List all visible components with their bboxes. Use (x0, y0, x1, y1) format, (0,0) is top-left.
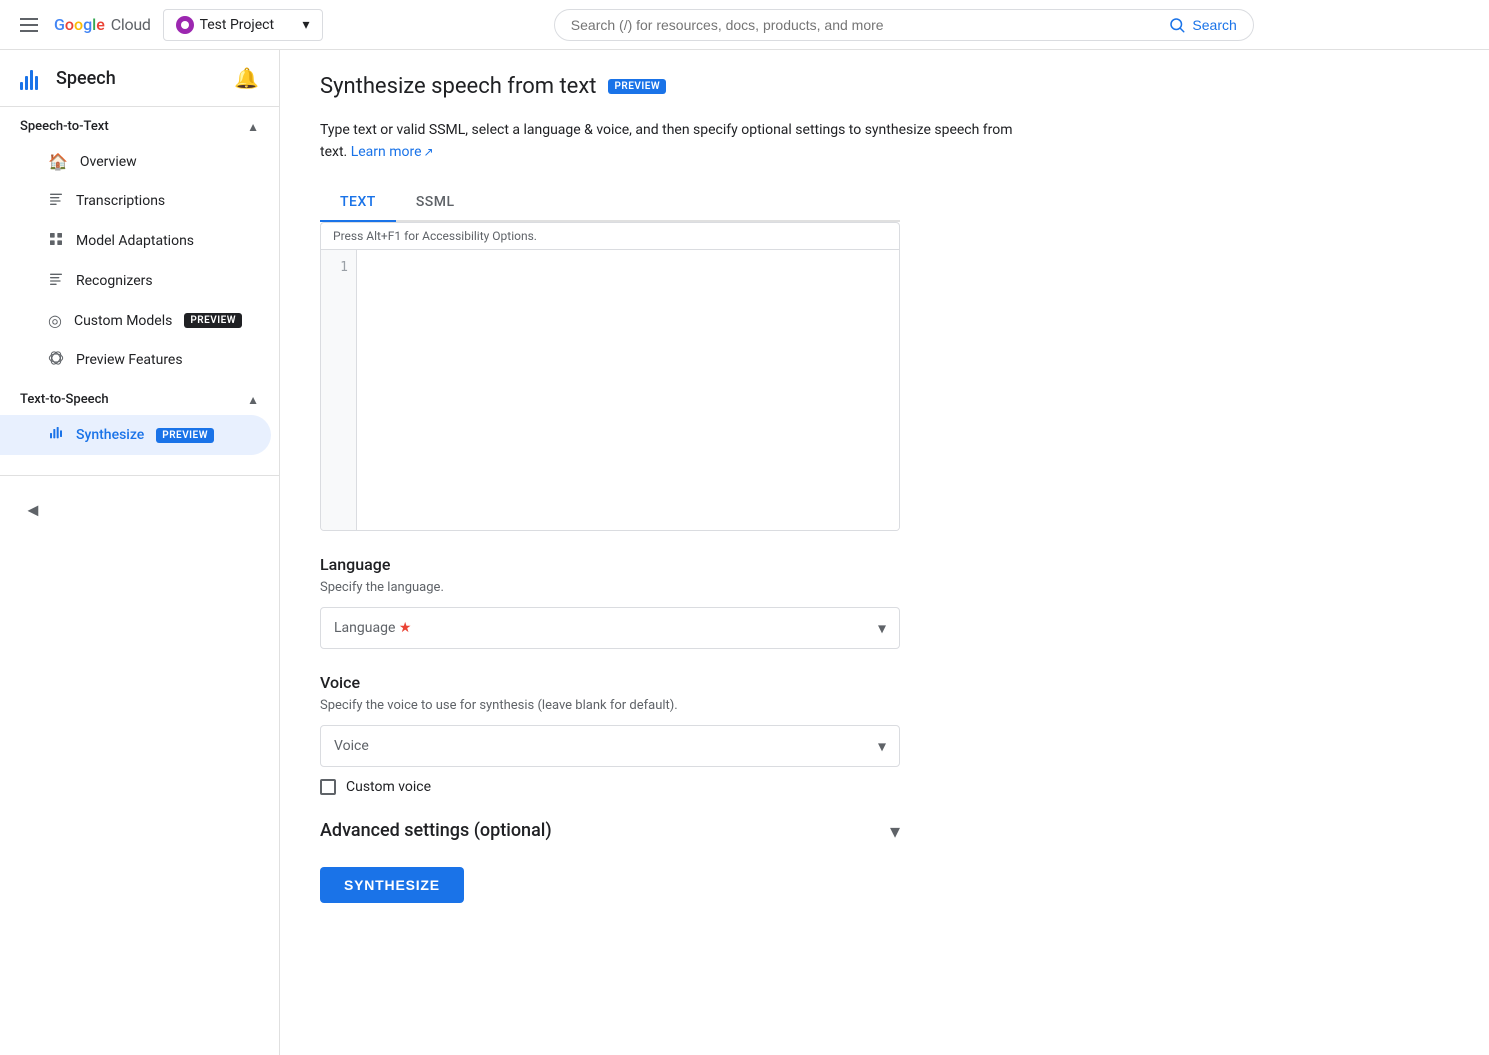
sidebar-item-custom-models[interactable]: ◎ Custom Models PREVIEW (0, 301, 271, 340)
sidebar-item-model-adaptations[interactable]: Model Adaptations (0, 221, 271, 261)
custom-voice-label[interactable]: Custom voice (346, 779, 431, 795)
search-input[interactable] (571, 17, 1161, 33)
text-input[interactable] (357, 250, 899, 530)
learn-more-link[interactable]: Learn more ↗ (351, 141, 434, 163)
hamburger-menu[interactable] (16, 14, 42, 36)
voice-select[interactable] (320, 725, 900, 767)
layout: Speech 🔔 Speech-to-Text ▲ 🏠 Overview Tra… (0, 50, 1489, 1055)
voice-section: Voice Specify the voice to use for synth… (320, 673, 900, 795)
accessibility-hint: Press Alt+F1 for Accessibility Options. (321, 223, 899, 250)
sidebar-collapse-button[interactable]: ◄ (12, 492, 267, 529)
text-to-speech-section: Text-to-Speech ▲ (0, 380, 279, 415)
model-adaptations-icon (48, 231, 64, 251)
advanced-settings-title: Advanced settings (optional) (320, 820, 552, 841)
speech-to-text-collapse[interactable]: ▲ (247, 120, 259, 134)
voice-description: Specify the voice to use for synthesis (… (320, 698, 900, 713)
page-description: Type text or valid SSML, select a langua… (320, 119, 1020, 164)
chevron-down-icon: ▾ (890, 819, 900, 843)
preview-features-icon (48, 350, 64, 370)
synthesize-preview-badge: PREVIEW (156, 428, 214, 443)
speech-to-text-section: Speech-to-Text ▲ (0, 107, 279, 142)
top-nav: Google Cloud Test Project ▾ Search (0, 0, 1489, 50)
custom-models-preview-badge: PREVIEW (184, 313, 242, 328)
language-title: Language (320, 555, 900, 574)
sidebar: Speech 🔔 Speech-to-Text ▲ 🏠 Overview Tra… (0, 50, 280, 1055)
language-section: Language Specify the language. ▾ Languag… (320, 555, 900, 649)
google-cloud-logo[interactable]: Google Cloud (54, 15, 151, 34)
sidebar-item-recognizers[interactable]: Recognizers (0, 261, 271, 301)
home-icon: 🏠 (48, 152, 68, 171)
cloud-text: Cloud (111, 15, 151, 34)
custom-voice-row: Custom voice (320, 779, 900, 795)
language-select[interactable] (320, 607, 900, 649)
page-header: Synthesize speech from text PREVIEW (320, 74, 1449, 99)
sidebar-footer: ◄ (0, 475, 279, 545)
external-link-icon: ↗ (424, 143, 434, 162)
sidebar-item-synthesize[interactable]: Synthesize PREVIEW (0, 415, 271, 455)
recognizers-icon (48, 271, 64, 291)
line-numbers: 1 (321, 250, 357, 530)
voice-select-wrapper: ▾ Voice (320, 725, 900, 767)
search-button[interactable]: Search (1168, 16, 1236, 34)
advanced-settings-toggle[interactable]: Advanced settings (optional) ▾ (320, 819, 900, 843)
voice-title: Voice (320, 673, 900, 692)
project-selector[interactable]: Test Project ▾ (163, 9, 323, 41)
chevron-down-icon: ▾ (303, 17, 310, 33)
main-content: Synthesize speech from text PREVIEW Type… (280, 50, 1489, 1055)
synthesize-button[interactable]: SYNTHESIZE (320, 867, 464, 903)
sidebar-header: Speech 🔔 (0, 50, 279, 107)
custom-voice-checkbox[interactable] (320, 779, 336, 795)
project-name: Test Project (200, 17, 297, 33)
project-icon (176, 16, 194, 34)
custom-models-icon: ◎ (48, 311, 62, 330)
tabs: TEXT SSML (320, 184, 900, 222)
search-icon (1168, 16, 1186, 34)
sidebar-item-transcriptions[interactable]: Transcriptions (0, 181, 271, 221)
language-select-wrapper: ▾ Language ★ (320, 607, 900, 649)
text-editor: Press Alt+F1 for Accessibility Options. … (320, 222, 900, 531)
sidebar-app-title: Speech (56, 68, 116, 89)
language-description: Specify the language. (320, 580, 900, 595)
speech-waveform-icon (20, 66, 44, 90)
text-to-speech-label: Text-to-Speech (20, 392, 109, 407)
page-title: Synthesize speech from text (320, 74, 596, 99)
tab-ssml[interactable]: SSML (396, 184, 475, 222)
search-bar: Search (554, 9, 1254, 41)
speech-to-text-label: Speech-to-Text (20, 119, 109, 134)
sidebar-item-preview-features[interactable]: Preview Features (0, 340, 271, 380)
synthesize-icon (48, 425, 64, 445)
editor-body: 1 (321, 250, 899, 530)
page-title-preview-badge: PREVIEW (608, 79, 666, 94)
bell-icon[interactable]: 🔔 (234, 66, 259, 90)
sidebar-item-overview[interactable]: 🏠 Overview (0, 142, 271, 181)
tab-text[interactable]: TEXT (320, 184, 396, 222)
transcriptions-icon (48, 191, 64, 211)
text-to-speech-collapse[interactable]: ▲ (247, 393, 259, 407)
